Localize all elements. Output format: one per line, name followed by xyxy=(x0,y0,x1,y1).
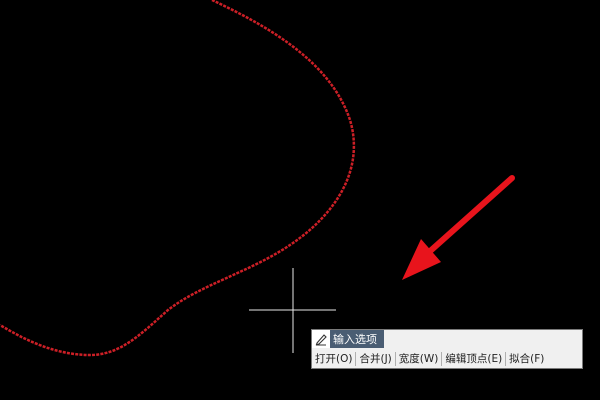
option-width[interactable]: 宽度(W) xyxy=(396,352,443,366)
pen-icon xyxy=(312,330,330,348)
option-join[interactable]: 合并(J) xyxy=(356,352,396,366)
options-list: 打开(O) 合并(J) 宽度(W) 编辑顶点(E) 拟合(F) xyxy=(312,350,547,368)
option-edit-vertex[interactable]: 编辑顶点(E) xyxy=(442,352,507,366)
option-fit[interactable]: 拟合(F) xyxy=(506,352,547,366)
red-polyline[interactable] xyxy=(0,0,356,357)
option-open[interactable]: 打开(O) xyxy=(312,352,357,366)
input-options-popup: 输入选项 打开(O) 合并(J) 宽度(W) 编辑顶点(E) 拟合(F) xyxy=(311,329,583,369)
input-options-header: 输入选项 xyxy=(312,330,384,348)
arrow-annotation xyxy=(402,175,515,280)
input-options-title: 输入选项 xyxy=(333,333,377,346)
